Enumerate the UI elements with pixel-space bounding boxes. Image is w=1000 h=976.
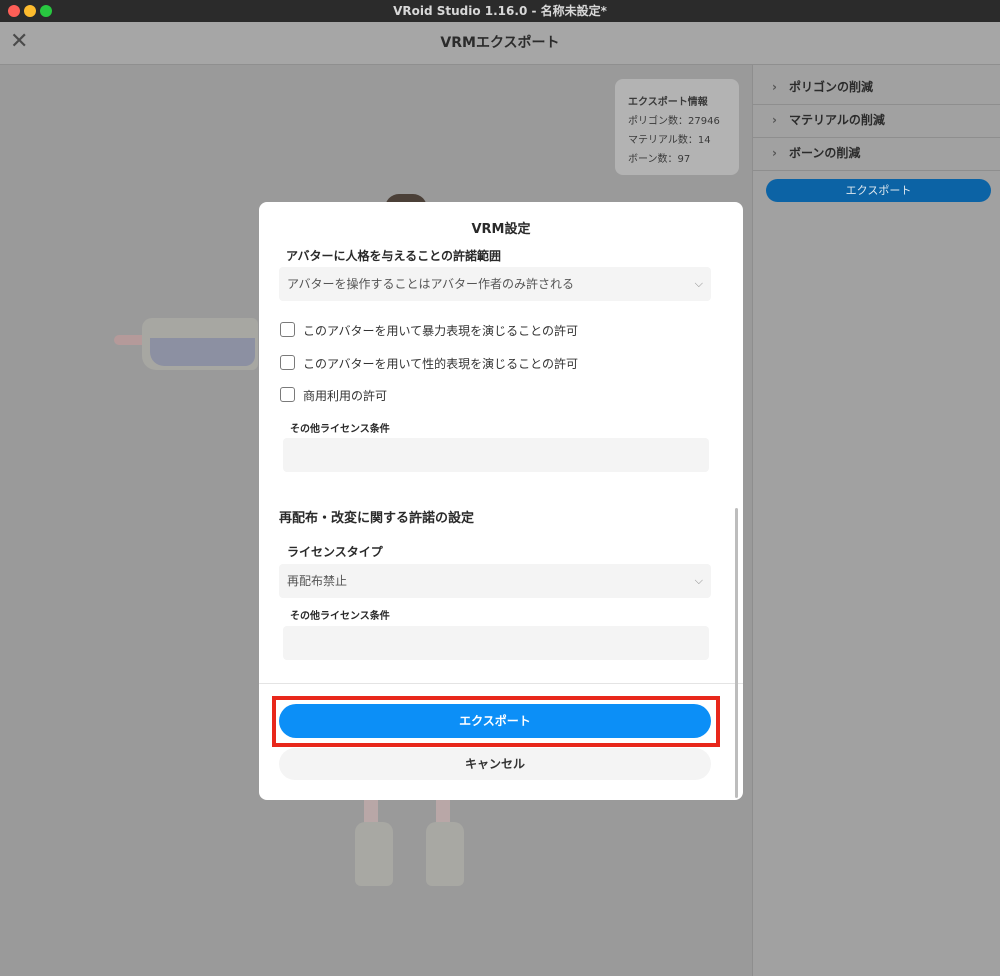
accordion-polygon-reduction[interactable]: › ポリゴンの削減 — [752, 71, 1000, 105]
chevron-down-icon: ⌵ — [694, 277, 703, 290]
accordion-bone-reduction[interactable]: › ボーンの削減 — [752, 137, 1000, 171]
violence-checkbox[interactable] — [280, 322, 295, 337]
redistribution-section-title: 再配布・改変に関する許諾の設定 — [279, 511, 475, 526]
chevron-right-icon: › — [772, 113, 777, 127]
other-license-label: その他ライセンス条件 — [290, 424, 390, 435]
violence-checkbox-label: このアバターを用いて暴力表現を演じることの許可 — [303, 324, 579, 338]
sexual-checkbox[interactable] — [280, 355, 295, 370]
license-type-select-value: 再配布禁止 — [287, 574, 348, 588]
other-license-input[interactable] — [283, 438, 709, 472]
license-type-label: ライセンスタイプ — [287, 545, 383, 559]
window-title: VRoid Studio 1.16.0 - 名称未設定* — [393, 4, 607, 18]
polygon-count: ポリゴン数：27946 — [628, 116, 720, 127]
page-title: VRMエクスポート — [440, 35, 560, 51]
export-button-highlight — [272, 696, 720, 747]
dialog-divider — [259, 683, 743, 684]
app-header: ✕ VRMエクスポート — [0, 22, 1000, 65]
panel-export-button[interactable]: エクスポート — [766, 179, 991, 202]
license-type-select[interactable]: 再配布禁止 ⌵ — [279, 564, 711, 598]
persona-label: アバターに人格を与えることの許諾範囲 — [286, 249, 502, 263]
persona-select[interactable]: アバターを操作することはアバター作者のみ許される ⌵ — [279, 267, 711, 301]
window-titlebar: VRoid Studio 1.16.0 - 名称未設定* — [0, 0, 1000, 22]
bone-count: ボーン数：97 — [628, 154, 691, 165]
chevron-down-icon: ⌵ — [694, 574, 703, 587]
commercial-checkbox-label: 商用利用の許可 — [303, 389, 388, 403]
material-count: マテリアル数：14 — [628, 135, 711, 146]
export-info-heading: エクスポート情報 — [628, 97, 708, 108]
sexual-checkbox-label: このアバターを用いて性的表現を演じることの許可 — [303, 357, 579, 371]
other-license-label-2: その他ライセンス条件 — [290, 611, 390, 622]
chevron-right-icon: › — [772, 80, 777, 94]
dialog-scrollbar[interactable] — [735, 508, 738, 798]
persona-select-value: アバターを操作することはアバター作者のみ許される — [287, 277, 575, 291]
accordion-label: マテリアルの削減 — [789, 113, 885, 127]
cancel-button[interactable]: キャンセル — [279, 748, 711, 780]
accordion-label: ポリゴンの削減 — [789, 80, 874, 94]
window-close-icon[interactable] — [8, 5, 20, 17]
export-info-box: エクスポート情報 ポリゴン数：27946 マテリアル数：14 ボーン数：97 — [615, 79, 739, 175]
dialog-title: VRM設定 — [471, 222, 531, 237]
window-minimize-icon[interactable] — [24, 5, 36, 17]
model-shoe-right — [426, 822, 464, 886]
accordion-material-reduction[interactable]: › マテリアルの削減 — [752, 104, 1000, 138]
window-maximize-icon[interactable] — [40, 5, 52, 17]
accordion-label: ボーンの削減 — [789, 146, 861, 160]
other-license-input-2[interactable] — [283, 626, 709, 660]
model-sleeve — [150, 338, 255, 366]
chevron-right-icon: › — [772, 146, 777, 160]
model-shoe-left — [355, 822, 393, 886]
commercial-checkbox[interactable] — [280, 387, 295, 402]
